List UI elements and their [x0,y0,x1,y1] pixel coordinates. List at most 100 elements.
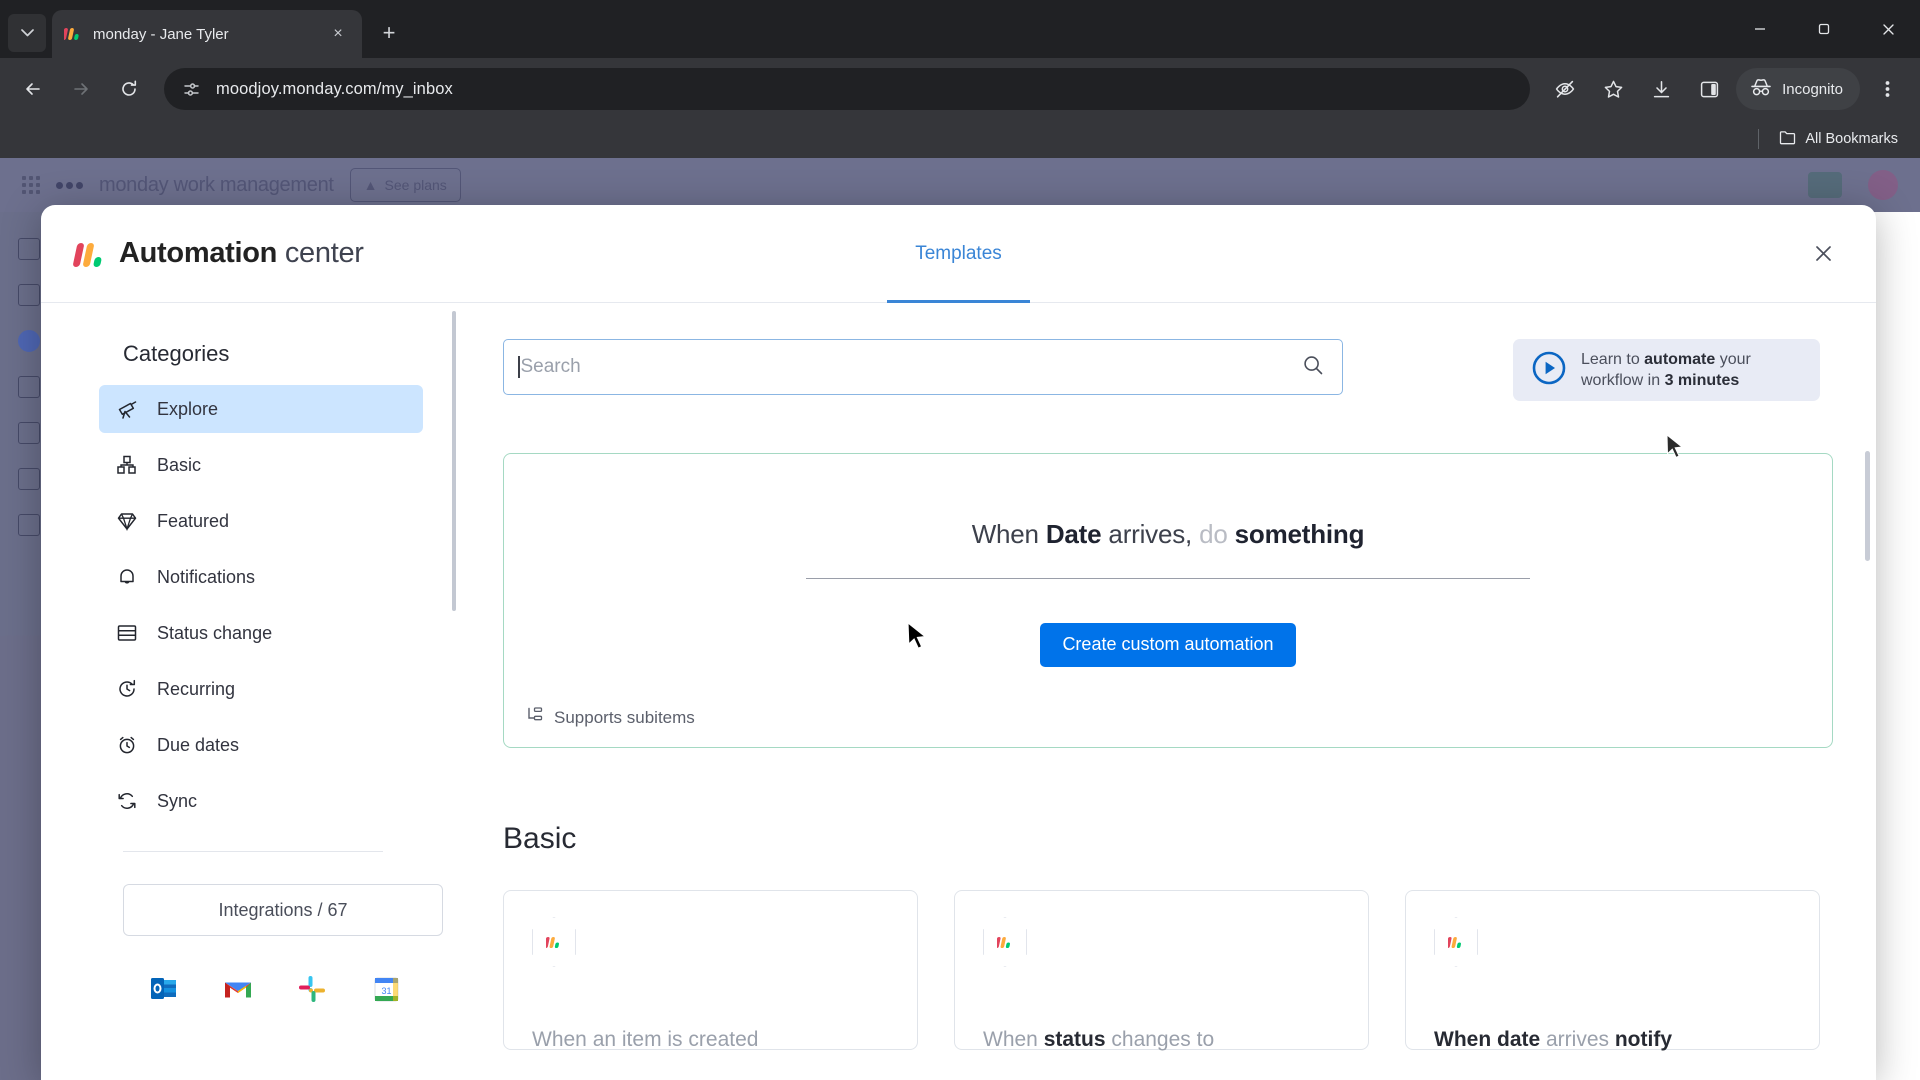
window-controls [1728,0,1920,58]
bookmarks-separator [1758,129,1760,149]
outlook-icon[interactable] [149,974,179,1004]
monday-hex-icon [532,917,576,967]
close-tab-icon[interactable]: × [326,22,350,46]
all-bookmarks-button[interactable]: All Bookmarks [1779,130,1898,149]
sidebar-item-notifications[interactable]: Notifications [99,553,423,601]
template-card[interactable]: When an item is created [503,890,918,1051]
bookmarks-bar: All Bookmarks [0,120,1920,158]
workspace-badge[interactable] [1808,172,1842,198]
template-card[interactable]: When status changes to [954,890,1369,1051]
text-caret [518,356,520,378]
site-settings-icon[interactable] [178,76,204,102]
slack-icon[interactable] [297,974,327,1004]
monday-brand: monday work management [99,174,334,197]
sidebar-item-due-dates[interactable]: Due dates [99,721,423,769]
alarm-clock-icon [115,733,139,757]
monday-brand-name: monday [99,173,169,196]
maximize-button[interactable] [1792,0,1856,58]
minimize-button[interactable] [1728,0,1792,58]
sidebar-list: Explore Basic Featured Notifications Sta… [41,385,441,825]
create-custom-automation-button[interactable]: Create custom automation [1040,622,1296,667]
card-text-post: changes to [1105,1027,1215,1051]
apps-grid-icon[interactable] [22,176,40,194]
learn-line1-post: your [1715,350,1751,368]
section-title-basic: Basic [503,822,577,855]
star-icon[interactable] [1592,68,1634,110]
blocks-icon [115,453,139,477]
see-plans-button[interactable]: ▲ See plans [349,168,461,202]
search-icon[interactable] [1712,174,1734,196]
gmail-icon[interactable] [223,974,253,1004]
sidebar-item-basic[interactable]: Basic [99,441,423,489]
three-dot-menu-icon[interactable] [1866,68,1908,110]
card-text-post: notify [1614,1027,1673,1051]
rocket-icon: ▲ [363,177,378,193]
integrations-button[interactable]: Integrations / 67 [123,884,443,936]
browser-toolbar: moodjoy.monday.com/my_inbox Incognito [0,58,1920,120]
card-text-pre: When an item is created [532,1027,759,1051]
profile-label: Incognito [1782,80,1843,98]
search-input[interactable]: Search [503,339,1343,395]
sidebar-divider [123,851,383,852]
custom-recipe-text[interactable]: When Date arrives, do something [806,519,1530,579]
side-panel-icon[interactable] [1688,68,1730,110]
help-icon[interactable] [1760,174,1782,196]
home-icon[interactable] [18,238,40,260]
back-icon[interactable] [12,68,54,110]
board-icon[interactable] [18,514,40,536]
add-icon[interactable] [18,330,40,352]
learn-line2-pre: workflow in [1581,372,1665,389]
google-calendar-icon[interactable]: 31 [371,974,401,1004]
close-window-button[interactable] [1856,0,1920,58]
template-card[interactable]: When date arrives notify [1405,890,1820,1051]
tab-search-button[interactable] [8,14,46,52]
bell-icon [115,565,139,589]
sidebar-item-label: Featured [157,510,230,531]
sidebar-item-explore[interactable]: Explore [99,385,423,433]
address-bar[interactable]: moodjoy.monday.com/my_inbox [164,68,1531,110]
search-icon[interactable] [1302,354,1324,381]
sidebar-item-recurring[interactable]: Recurring [99,665,423,713]
sidebar-item-sync[interactable]: Sync [99,777,423,825]
incognito-icon [1749,77,1773,101]
download-icon[interactable] [1640,68,1682,110]
monday-logo-icon [56,181,83,189]
templates-content: Search Learn to automate your workflow i… [441,303,1876,1080]
new-tab-button[interactable]: + [372,16,406,50]
close-icon[interactable] [1804,235,1842,273]
invite-icon[interactable] [1616,174,1638,196]
inbox-icon[interactable] [1568,174,1590,196]
forward-icon[interactable] [60,68,102,110]
learn-automation-banner[interactable]: Learn to automate your workflow in 3 min… [1513,339,1820,401]
card-text-pre: When date [1434,1027,1541,1051]
integration-app-icons: 31 [149,974,441,1004]
recipe-do: do [1199,518,1235,549]
supports-subitems-note: Supports subitems [526,706,695,729]
recipe-mid: arrives, [1101,518,1200,549]
supports-subitems-label: Supports subitems [554,707,695,727]
tab-strip: monday - Jane Tyler × + [0,0,1920,58]
search-icon[interactable] [18,376,40,398]
custom-automation-card[interactable]: When Date arrives, do something Create c… [503,453,1833,748]
eye-off-icon[interactable] [1544,68,1586,110]
see-plans-label: See plans [384,177,447,193]
recipe-trigger[interactable]: Date [1046,519,1102,549]
incognito-profile-button[interactable]: Incognito [1736,68,1860,110]
content-scrollbar[interactable] [1865,451,1870,561]
recipe-action[interactable]: something [1235,519,1365,549]
sidebar-item-status-change[interactable]: Status change [99,609,423,657]
avatar[interactable] [1868,170,1898,200]
sidebar-item-label: Explore [157,398,219,419]
board-icon[interactable] [18,422,40,444]
reload-icon[interactable] [108,68,150,110]
board-icon[interactable] [18,468,40,490]
apps-icon[interactable] [1664,174,1686,196]
browser-tab[interactable]: monday - Jane Tyler × [52,10,362,58]
my-work-icon[interactable] [18,284,40,306]
tab-templates[interactable]: Templates [887,207,1030,303]
sidebar-item-featured[interactable]: Featured [99,497,423,545]
svg-text:31: 31 [381,986,391,996]
play-circle-icon [1531,350,1567,391]
bell-icon[interactable] [1520,174,1542,196]
sidebar-item-label: Recurring [157,678,236,699]
